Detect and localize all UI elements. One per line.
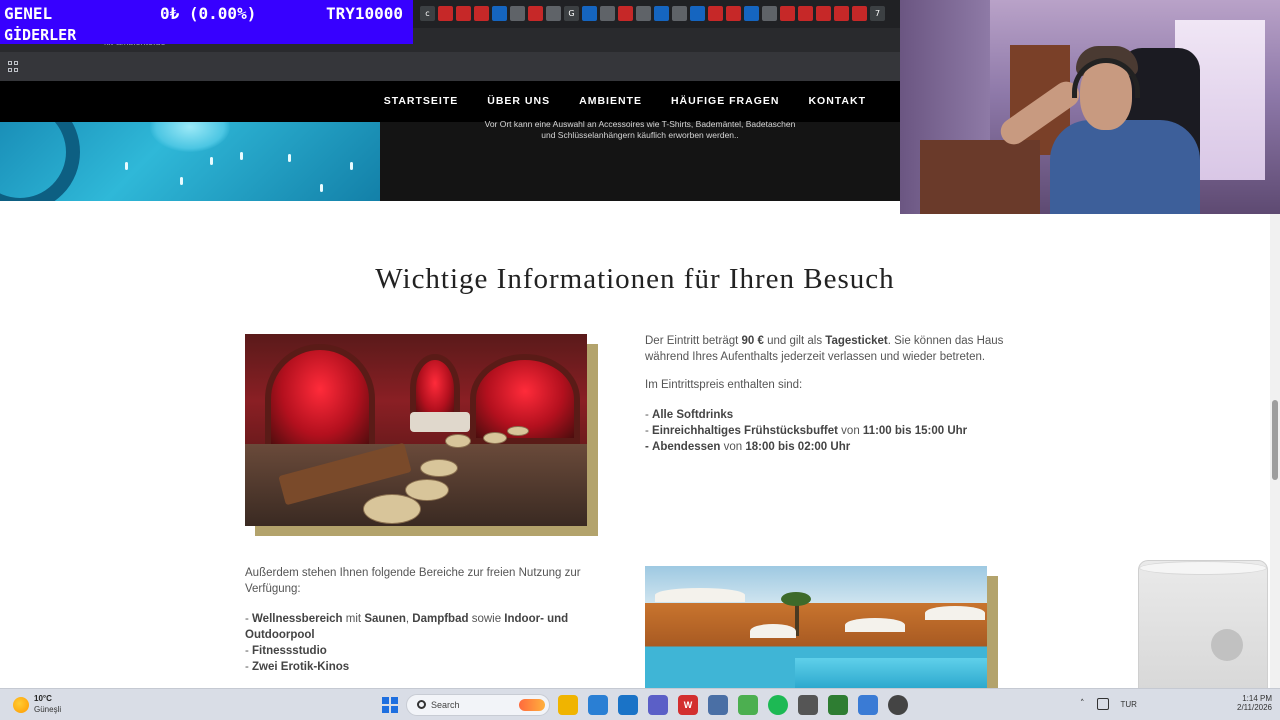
nav-item-startseite[interactable]: STARTSEITE	[384, 95, 459, 107]
tab-favicon-icon[interactable]	[492, 6, 507, 21]
bookmarks-bar	[0, 52, 900, 81]
tab-favicon-icon[interactable]	[816, 6, 831, 21]
tab-favicon-icon[interactable]	[636, 6, 651, 21]
tab-favicon-icon[interactable]: 7	[870, 6, 885, 21]
chevron-up-icon[interactable]: ˄	[1080, 699, 1085, 709]
glass-button[interactable]	[1211, 629, 1243, 661]
sun-icon[interactable]	[13, 697, 29, 713]
taskbar-search[interactable]: Search	[406, 694, 550, 716]
tab-favicon-icon[interactable]	[546, 6, 561, 21]
list-item: - Fitnessstudio	[245, 645, 327, 657]
nav-item-kontakt[interactable]: KONTAKT	[808, 95, 866, 107]
tab-favicon-icon[interactable]	[726, 6, 741, 21]
list-item: - Abendessen von 18:00 bis 02:00 Uhr	[645, 441, 851, 453]
office-icon[interactable]: W	[678, 695, 698, 715]
obs-icon[interactable]	[888, 695, 908, 715]
tab-favicon-icon[interactable]	[510, 6, 525, 21]
apps-grid-icon[interactable]	[8, 61, 19, 72]
search-icon	[417, 700, 426, 709]
tab-favicon-icon[interactable]: c	[420, 6, 435, 21]
tab-favicon-icon[interactable]	[852, 6, 867, 21]
tab-favicon-icon[interactable]	[582, 6, 597, 21]
settings-icon[interactable]	[798, 695, 818, 715]
file-explorer-icon[interactable]	[558, 695, 578, 715]
list-item: - Wellnessbereich mit Saunen, Dampfbad s…	[245, 613, 569, 641]
entry-price-paragraph: Der Eintritt beträgt 90 € und gilt als T…	[645, 335, 1004, 363]
mail-icon[interactable]	[708, 695, 728, 715]
included-title: Im Eintrittspreis enthalten sind:	[645, 379, 803, 391]
tray-app-icon[interactable]	[1096, 698, 1109, 710]
included-list: - Alle Softdrinks - Einreichhaltiges Frü…	[645, 407, 1035, 455]
tab-favicon-icon[interactable]	[798, 6, 813, 21]
hero-text-panel: Vor Ort kann eine Auswahl an Accessoires…	[380, 119, 900, 201]
list-item: - Einreichhaltiges Frühstücksbuffet von …	[645, 425, 968, 437]
taskbar-apps: W	[558, 695, 908, 715]
tab-favicon-icon[interactable]	[600, 6, 615, 21]
hero-text-line2: und Schlüsselanhängern käuflich erworben…	[541, 130, 739, 140]
chrome-icon[interactable]	[738, 695, 758, 715]
hero-text-line1: Vor Ort kann eine Auswahl an Accessoires…	[484, 119, 796, 129]
section-heading: Wichtige Informationen für Ihren Besuch	[375, 263, 895, 295]
store-icon[interactable]	[588, 695, 608, 715]
site-navigation: STARTSEITE ÜBER UNS AMBIENTE HÄUFIGE FRA…	[0, 81, 900, 122]
overlay-label-line1: GENEL	[4, 4, 53, 23]
weather-condition[interactable]: Güneşli	[34, 705, 61, 714]
list-item: - Alle Softdrinks	[645, 409, 734, 421]
photos-icon[interactable]	[858, 695, 878, 715]
windows-start-icon[interactable]	[382, 697, 398, 713]
tab-favicon-icon[interactable]	[834, 6, 849, 21]
search-placeholder: Search	[431, 700, 460, 710]
tab-favicon-strip: c G 7	[420, 6, 885, 21]
tab-favicon-icon[interactable]	[528, 6, 543, 21]
tab-favicon-icon[interactable]	[708, 6, 723, 21]
tab-favicon-icon[interactable]	[456, 6, 471, 21]
tab-favicon-icon[interactable]	[618, 6, 633, 21]
lounge-photo	[245, 334, 587, 526]
windows-taskbar: 10°C Güneşli Search W ˄ TUR 1:14 PM 2/11…	[0, 688, 1280, 720]
tab-favicon-icon[interactable]	[690, 6, 705, 21]
nav-item-ambiente[interactable]: AMBIENTE	[579, 95, 642, 107]
tab-favicon-icon[interactable]	[762, 6, 777, 21]
tab-favicon-icon[interactable]	[672, 6, 687, 21]
webcam-feed	[900, 0, 1280, 214]
spotify-icon[interactable]	[768, 695, 788, 715]
overlay-amount: TRY10000	[326, 4, 404, 23]
tab-favicon-icon[interactable]	[744, 6, 759, 21]
scroll-thumb[interactable]	[1272, 400, 1278, 480]
tray-language[interactable]: TUR	[1121, 700, 1137, 709]
nav-item-faq[interactable]: HÄUFIGE FRAGEN	[671, 95, 780, 107]
tab-favicon-icon[interactable]	[438, 6, 453, 21]
page-scrollbar[interactable]	[1270, 214, 1280, 688]
overlay-change: 0₺ (0.00%)	[160, 4, 257, 23]
list-item: - Zwei Erotik-Kinos	[245, 661, 350, 673]
stream-overlay-ticker: GENEL GİDERLER 0₺ (0.00%) TRY10000	[0, 0, 413, 44]
system-tray: ˄ TUR	[1080, 698, 1137, 710]
weather-temp[interactable]: 10°C	[34, 694, 52, 703]
tab-favicon-icon[interactable]	[780, 6, 795, 21]
teams-icon[interactable]	[648, 695, 668, 715]
taskbar-clock[interactable]: 1:14 PM 2/11/2026	[1232, 694, 1272, 712]
edge-icon[interactable]	[618, 695, 638, 715]
hero-pool-image	[0, 122, 380, 201]
areas-intro: Außerdem stehen Ihnen folgende Bereiche …	[245, 567, 581, 595]
tab-favicon-icon[interactable]	[654, 6, 669, 21]
tab-favicon-icon[interactable]: G	[564, 6, 579, 21]
tab-favicon-icon[interactable]	[474, 6, 489, 21]
screen: cG7 kit-ambiente.de GENEL GİDERLER 0₺ (0…	[0, 0, 1280, 720]
outdoor-pool-photo	[645, 566, 987, 690]
nav-item-ueber-uns[interactable]: ÜBER UNS	[487, 95, 550, 107]
overlay-label-line2: GİDERLER	[4, 26, 77, 44]
areas-list: - Wellnessbereich mit Saunen, Dampfbad s…	[245, 611, 625, 675]
search-highlight-icon	[519, 699, 545, 711]
app-icon[interactable]	[828, 695, 848, 715]
